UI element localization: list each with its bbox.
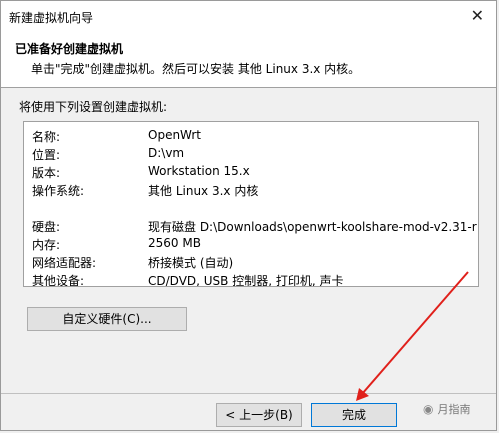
window-title: 新建虚拟机向导 <box>9 11 94 25</box>
finish-button[interactable]: 完成 <box>311 403 397 427</box>
customize-hardware-button[interactable]: 自定义硬件(C)... <box>27 307 187 331</box>
summary-key: 位置: <box>32 148 61 162</box>
summary-key: 内存: <box>32 238 61 252</box>
footer-divider <box>1 393 496 394</box>
summary-value: CD/DVD, USB 控制器, 打印机, 声卡 <box>148 274 344 287</box>
summary-value: 2560 MB <box>148 236 201 250</box>
summary-value: 现有磁盘 D:\Downloads\openwrt-koolshare-mod-… <box>148 220 479 234</box>
summary-value: 其他 Linux 3.x 内核 <box>148 184 259 198</box>
summary-value: 桥接模式 (自动) <box>148 256 234 270</box>
wizard-header: 已准备好创建虚拟机 单击"完成"创建虚拟机。然后可以安装 其他 Linux 3.… <box>1 31 496 88</box>
summary-key: 操作系统: <box>32 184 85 198</box>
wizard-window: 新建虚拟机向导 ✕ 已准备好创建虚拟机 单击"完成"创建虚拟机。然后可以安装 其… <box>0 0 497 431</box>
wechat-icon: ◉ <box>423 402 434 416</box>
summary-value: OpenWrt <box>148 128 202 142</box>
summary-value: D:\vm <box>148 146 185 160</box>
back-button[interactable]: < 上一步(B) <box>216 403 302 427</box>
summary-key: 硬盘: <box>32 220 61 234</box>
header-title: 已准备好创建虚拟机 <box>15 42 124 56</box>
summary-key: 名称: <box>32 130 61 144</box>
watermark-text: 月指南 <box>437 403 471 416</box>
close-icon[interactable]: ✕ <box>471 6 484 25</box>
settings-summary: 名称: OpenWrt 位置: D:\vm 版本: Workstation 15… <box>23 121 479 287</box>
summary-label: 将使用下列设置创建虚拟机: <box>19 100 168 114</box>
summary-key: 网络适配器: <box>32 256 97 270</box>
title-bar: 新建虚拟机向导 ✕ <box>1 1 496 31</box>
header-subtitle: 单击"完成"创建虚拟机。然后可以安装 其他 Linux 3.x 内核。 <box>31 62 361 76</box>
watermark: ◉ 月指南 <box>423 401 470 417</box>
summary-key: 其他设备: <box>32 274 85 287</box>
summary-value: Workstation 15.x <box>148 164 250 178</box>
summary-key: 版本: <box>32 166 61 180</box>
